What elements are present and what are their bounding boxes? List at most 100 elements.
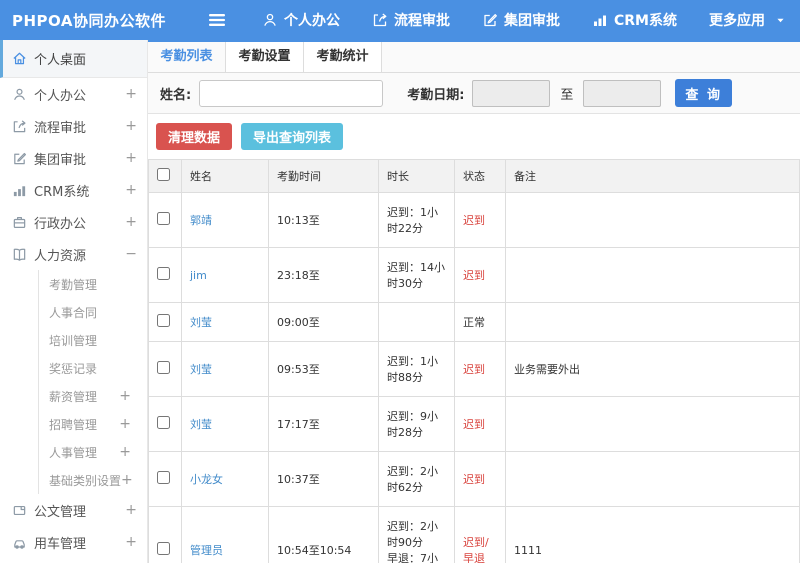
name-input[interactable] (199, 79, 384, 107)
tab[interactable]: 考勤列表 (148, 42, 226, 72)
attendance-time: 09:53至 (268, 341, 379, 397)
topnav-item-label: 更多应用 (709, 13, 765, 29)
name-label: 姓名: (160, 87, 192, 103)
clean-data-button[interactable]: 清理数据 (156, 123, 233, 150)
column-header: 姓名 (181, 159, 269, 193)
duration: 迟到：1小时88分 (378, 341, 455, 397)
sidebar-item[interactable]: 招聘管理 + (38, 410, 147, 438)
employee-name-link[interactable]: 刘莹 (190, 418, 212, 431)
note (505, 396, 800, 452)
sidebar-item-label: 行政办公 (34, 216, 87, 232)
sidebar-item[interactable]: 流程审批 + (0, 110, 147, 142)
employee-name-link[interactable]: 管理员 (190, 544, 223, 557)
sidebar-item[interactable]: 考勤管理 (38, 270, 147, 298)
topnav-item[interactable]: 集团审批 (482, 10, 560, 30)
query-button[interactable]: 查 询 (675, 79, 732, 107)
expand-toggle[interactable]: + (125, 502, 137, 518)
expand-toggle[interactable]: + (125, 182, 137, 198)
sidebar-item[interactable]: 基础类别设置 + (38, 466, 147, 494)
sidebar-item[interactable]: 个人桌面 (0, 40, 147, 78)
date-to-input[interactable] (583, 79, 662, 107)
employee-name-link[interactable]: 郭靖 (190, 214, 212, 227)
sidebar-item[interactable]: 人力资源 − (0, 238, 147, 270)
tab[interactable]: 考勤设置 (226, 42, 304, 72)
employee-name-link[interactable]: 刘莹 (190, 316, 212, 329)
sidebar-item[interactable]: 人事管理 + (38, 438, 147, 466)
sidebar-item[interactable]: 行政办公 + (0, 206, 147, 238)
doc-icon (12, 503, 27, 518)
sidebar-item-label: 奖惩记录 (49, 361, 98, 376)
table-row: 管理员 10:54至10:54 迟到：2小时90分 早退：7小时10分 迟到/早… (148, 506, 800, 563)
sidebar-item[interactable]: 集团审批 + (0, 142, 147, 174)
expand-toggle[interactable]: + (121, 472, 133, 488)
sidebar-item[interactable]: 个人办公 + (0, 78, 147, 110)
expand-toggle[interactable]: + (119, 444, 131, 460)
expand-toggle[interactable]: + (125, 150, 137, 166)
expand-toggle[interactable]: + (119, 388, 131, 404)
expand-toggle[interactable]: + (125, 214, 137, 230)
column-header: 时长 (378, 159, 455, 193)
expand-toggle[interactable]: + (125, 118, 137, 134)
tab[interactable]: 考勤统计 (304, 42, 382, 72)
topnav-item[interactable]: 流程审批 (372, 10, 450, 30)
duration (378, 302, 455, 342)
row-checkbox[interactable] (157, 267, 170, 280)
expand-toggle[interactable]: + (119, 416, 131, 432)
duration: 迟到：2小时62分 (378, 451, 455, 507)
attendance-time: 10:37至 (268, 451, 379, 507)
sidebar-item[interactable]: 培训管理 (38, 326, 147, 354)
sidebar-item-label: 招聘管理 (49, 417, 98, 432)
expand-toggle[interactable]: + (125, 86, 137, 102)
briefcase-icon (12, 215, 27, 230)
sidebar-item-label: 集团审批 (34, 152, 87, 168)
row-checkbox[interactable] (157, 416, 170, 429)
table-row: 郭靖 10:13至 迟到：1小时22分 迟到 (148, 192, 800, 248)
attendance-time: 10:54至10:54 (268, 506, 379, 563)
book-icon (12, 247, 27, 262)
topnav-item-label: 集团审批 (504, 13, 560, 29)
table-body: 郭靖 10:13至 迟到：1小时22分 迟到 jim 23:18至 迟到：14小… (148, 192, 800, 563)
status-text: 迟到/早退 (463, 536, 489, 563)
topnav-item-label: 个人办公 (284, 13, 340, 29)
employee-name-link[interactable]: 刘莹 (190, 363, 212, 376)
employee-name-link[interactable]: jim (190, 269, 207, 282)
expand-toggle[interactable]: − (125, 246, 137, 262)
topnav-item[interactable]: 更多应用 (709, 10, 786, 30)
date-from-input[interactable] (472, 79, 551, 107)
attendance-time: 09:00至 (268, 302, 379, 342)
menu-icon[interactable] (206, 9, 228, 31)
sidebar-item[interactable]: 人事合同 (38, 298, 147, 326)
sidebar-item-label: 流程审批 (34, 120, 87, 136)
row-checkbox[interactable] (157, 212, 170, 225)
attendance-table: 姓名 考勤时间 时长 状态 备注 郭靖 10:13至 迟到：1小时22分 迟到 … (148, 159, 800, 563)
edit-icon (482, 12, 498, 28)
main-content: 考勤列表 考勤设置 考勤统计 姓名: 考勤日期: 至 查 询 清理数据 导出查询… (148, 40, 800, 563)
sidebar-item[interactable]: CRM系统 + (0, 174, 147, 206)
employee-name-link[interactable]: 小龙女 (190, 473, 223, 486)
export-list-button[interactable]: 导出查询列表 (241, 123, 344, 150)
note: 1111 (505, 506, 800, 563)
sidebar-item[interactable]: 奖惩记录 (38, 354, 147, 382)
topnav-item[interactable]: CRM系统 (592, 10, 677, 30)
sidebar-item[interactable]: 薪资管理 + (38, 382, 147, 410)
column-header: 状态 (454, 159, 506, 193)
sidebar-item[interactable]: 公文管理 + (0, 494, 147, 526)
sidebar-item-label: 公文管理 (34, 504, 87, 520)
select-all-checkbox[interactable] (157, 168, 170, 181)
row-checkbox[interactable] (157, 542, 170, 555)
table-row: 刘莹 17:17至 迟到：9小时28分 迟到 (148, 396, 800, 452)
topnav-item[interactable]: 个人办公 (262, 10, 340, 30)
caret-down-icon (775, 15, 786, 26)
row-checkbox[interactable] (157, 314, 170, 327)
topbar: PHPOA协同办公软件 个人办公 流程审批 集团审批 CRM系统 更多应用 (0, 0, 800, 40)
top-navigation: 个人办公 流程审批 集团审批 CRM系统 更多应用 (262, 10, 800, 30)
status-text: 迟到 (463, 214, 485, 227)
expand-toggle[interactable]: + (125, 534, 137, 550)
attendance-time: 10:13至 (268, 192, 379, 248)
duration: 迟到：1小时22分 (378, 192, 455, 248)
row-checkbox[interactable] (157, 471, 170, 484)
status-text: 迟到 (463, 363, 485, 376)
row-checkbox[interactable] (157, 361, 170, 374)
sidebar-item[interactable]: 用车管理 + (0, 526, 147, 558)
chart-icon (592, 12, 608, 28)
